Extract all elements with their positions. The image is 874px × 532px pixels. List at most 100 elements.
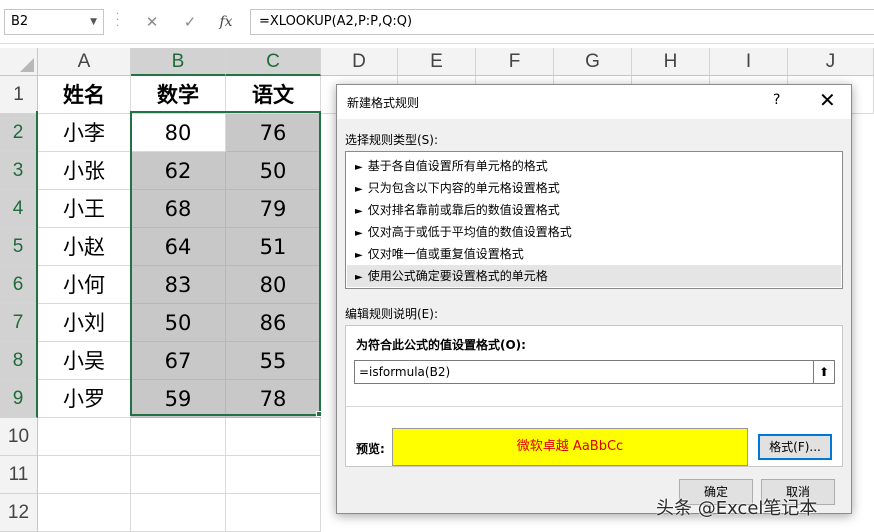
math-cell[interactable]: 83 [131, 266, 226, 304]
rule-type-item[interactable]: ► 仅对排名靠前或靠后的数值设置格式 [347, 199, 841, 221]
name-cell[interactable]: 小张 [38, 152, 131, 190]
empty-cell[interactable] [131, 418, 226, 456]
column-header-g[interactable]: G [554, 48, 632, 76]
math-cell[interactable]: 68 [131, 190, 226, 228]
chinese-cell[interactable]: 80 [226, 266, 321, 304]
name-cell[interactable]: 小赵 [38, 228, 131, 266]
cancel-icon[interactable]: ✕ [140, 10, 164, 34]
close-icon[interactable]: ✕ [819, 88, 836, 112]
header-cell-chinese[interactable]: 语文 [226, 76, 321, 114]
column-header-f[interactable]: F [476, 48, 554, 76]
chinese-cell[interactable]: 51 [226, 228, 321, 266]
chinese-cell[interactable]: 78 [226, 380, 321, 418]
select-all-button[interactable] [0, 48, 38, 76]
row-header-11[interactable]: 11 [0, 456, 38, 494]
name-cell[interactable]: 小何 [38, 266, 131, 304]
column-header-e[interactable]: E [398, 48, 476, 76]
format-preview: 微软卓越 AaBbCc [392, 428, 748, 466]
edit-rule-description-label: 编辑规则说明(E): [345, 307, 438, 321]
rule-formula-input[interactable]: =isformula(B2) [354, 360, 814, 384]
math-cell[interactable]: 59 [131, 380, 226, 418]
select-all-triangle [20, 58, 34, 72]
splitter-handle[interactable]: · · · [116, 10, 120, 32]
rule-type-item-selected[interactable]: ► 使用公式确定要设置格式的单元格 [347, 265, 841, 287]
rule-type-label: 仅对高于或低于平均值的数值设置格式 [367, 225, 572, 239]
empty-cell[interactable] [131, 456, 226, 494]
name-cell[interactable]: 小李 [38, 114, 131, 152]
name-cell[interactable]: 小王 [38, 190, 131, 228]
rule-type-label: 仅对排名靠前或靠后的数值设置格式 [367, 203, 560, 217]
row-header-4[interactable]: 4 [0, 190, 38, 228]
row-header-5[interactable]: 5 [0, 228, 38, 266]
chinese-cell[interactable]: 86 [226, 304, 321, 342]
math-cell[interactable]: 67 [131, 342, 226, 380]
triangle-right-icon: ► [355, 228, 363, 239]
dialog-title-bar[interactable]: 新建格式规则 ? ✕ [337, 85, 851, 119]
collapse-dialog-icon[interactable]: ⬆ [813, 360, 835, 384]
format-button[interactable]: 格式(F)... [758, 434, 832, 460]
row-header-2[interactable]: 2 [0, 114, 38, 152]
rule-description-panel: 为符合此公式的值设置格式(O): =isformula(B2) ⬆ 预览: 微软… [345, 325, 843, 467]
empty-cell[interactable] [38, 456, 131, 494]
help-icon[interactable]: ? [773, 92, 780, 108]
formula-bar: B2 ▼ · · · ✕ ✓ fx =XLOOKUP(A2,P:P,Q:Q) [0, 0, 874, 44]
column-header-i[interactable]: I [710, 48, 788, 76]
name-cell[interactable]: 小罗 [38, 380, 131, 418]
name-box[interactable]: B2 ▼ [4, 9, 104, 35]
row-header-8[interactable]: 8 [0, 342, 38, 380]
fill-handle[interactable] [316, 411, 322, 417]
header-cell-math[interactable]: 数学 [131, 76, 226, 114]
triangle-right-icon: ► [355, 162, 363, 173]
row-header-12[interactable]: 12 [0, 494, 38, 532]
column-header-h[interactable]: H [632, 48, 710, 76]
new-format-rule-dialog: 新建格式规则 ? ✕ 选择规则类型(S): ► 基于各自值设置所有单元格的格式 ►… [336, 84, 852, 514]
insert-function-icon[interactable]: fx [214, 10, 238, 34]
math-cell[interactable]: 64 [131, 228, 226, 266]
empty-cell[interactable] [38, 494, 131, 532]
chevron-down-icon[interactable]: ▼ [90, 10, 97, 34]
column-header-j[interactable]: J [788, 48, 874, 76]
chinese-cell[interactable]: 76 [226, 114, 321, 152]
empty-cell[interactable] [131, 494, 226, 532]
name-box-value: B2 [11, 14, 29, 29]
math-cell[interactable]: 62 [131, 152, 226, 190]
empty-cell[interactable] [226, 418, 321, 456]
rule-type-label: 使用公式确定要设置格式的单元格 [367, 269, 548, 283]
empty-cell[interactable] [226, 494, 321, 532]
triangle-right-icon: ► [355, 184, 363, 195]
copy-range-border [36, 111, 39, 416]
name-cell[interactable]: 小吴 [38, 342, 131, 380]
row-header-7[interactable]: 7 [0, 304, 38, 342]
rule-type-label: 只为包含以下内容的单元格设置格式 [367, 181, 560, 195]
rule-type-label: 仅对唯一值或重复值设置格式 [367, 247, 524, 261]
row-header-6[interactable]: 6 [0, 266, 38, 304]
column-header-a[interactable]: A [38, 48, 131, 76]
name-cell[interactable]: 小刘 [38, 304, 131, 342]
column-header-d[interactable]: D [321, 48, 398, 76]
rule-type-item[interactable]: ► 只为包含以下内容的单元格设置格式 [347, 177, 841, 199]
empty-cell[interactable] [226, 456, 321, 494]
divider [346, 406, 842, 407]
dialog-title: 新建格式规则 [347, 96, 420, 110]
chinese-cell[interactable]: 50 [226, 152, 321, 190]
math-cell[interactable]: 50 [131, 304, 226, 342]
row-header-3[interactable]: 3 [0, 152, 38, 190]
column-header-c[interactable]: C [226, 48, 321, 76]
chinese-cell[interactable]: 55 [226, 342, 321, 380]
math-cell-active[interactable]: 80 [131, 114, 226, 152]
triangle-right-icon: ► [355, 272, 363, 283]
watermark: 头条 @Excel笔记本 [656, 498, 818, 519]
triangle-right-icon: ► [355, 250, 363, 261]
row-header-9[interactable]: 9 [0, 380, 38, 418]
empty-cell[interactable] [38, 418, 131, 456]
enter-icon[interactable]: ✓ [178, 10, 202, 34]
header-cell-name[interactable]: 姓名 [38, 76, 131, 114]
rule-type-item[interactable]: ► 仅对高于或低于平均值的数值设置格式 [347, 221, 841, 243]
rule-type-item[interactable]: ► 仅对唯一值或重复值设置格式 [347, 243, 841, 265]
column-header-b[interactable]: B [131, 48, 226, 76]
row-header-1[interactable]: 1 [0, 76, 38, 114]
row-header-10[interactable]: 10 [0, 418, 38, 456]
rule-type-item[interactable]: ► 基于各自值设置所有单元格的格式 [347, 155, 841, 177]
formula-input[interactable]: =XLOOKUP(A2,P:P,Q:Q) [250, 9, 874, 35]
chinese-cell[interactable]: 79 [226, 190, 321, 228]
